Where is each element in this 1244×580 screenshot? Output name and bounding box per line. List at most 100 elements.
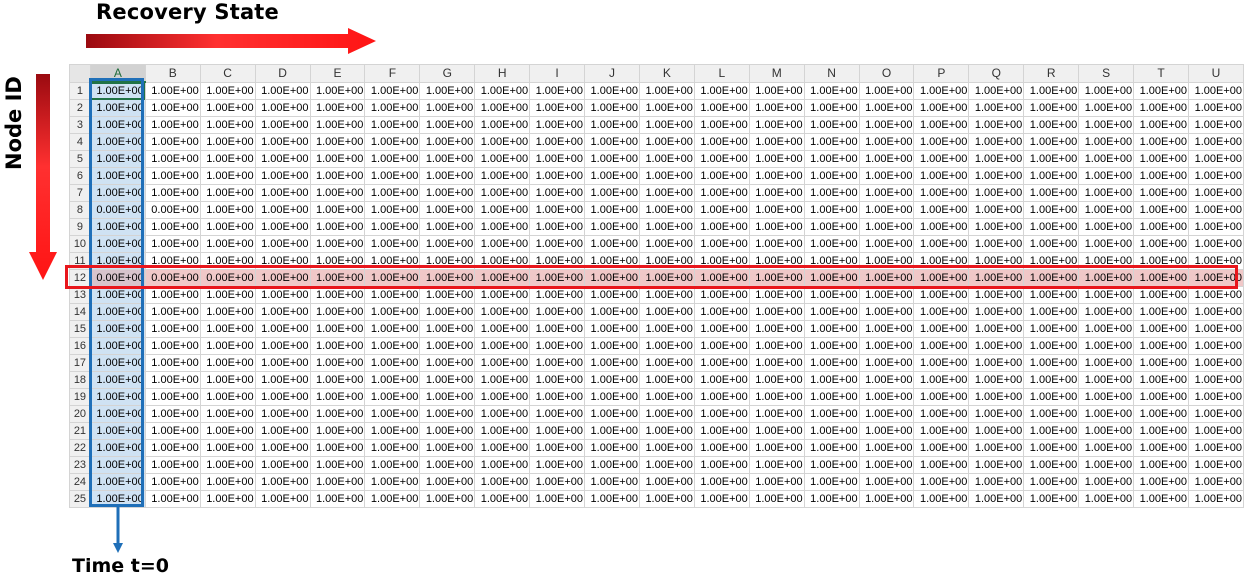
cell-e15[interactable]: 1.00E+00	[309, 320, 366, 338]
row-header[interactable]: 16	[69, 337, 91, 355]
cell-c19[interactable]: 1.00E+00	[199, 388, 256, 406]
cell-h7[interactable]: 1.00E+00	[474, 184, 531, 202]
cell-n8[interactable]: 1.00E+00	[803, 201, 860, 219]
cell-p21[interactable]: 1.00E+00	[913, 422, 970, 440]
cell-q4[interactable]: 1.00E+00	[968, 133, 1025, 151]
cell-a7[interactable]: 1.00E+00	[89, 184, 146, 202]
cell-c24[interactable]: 1.00E+00	[199, 473, 256, 491]
cell-k3[interactable]: 1.00E+00	[638, 116, 695, 134]
cell-d17[interactable]: 1.00E+00	[254, 354, 311, 372]
cell-g10[interactable]: 1.00E+00	[419, 235, 476, 253]
cell-h3[interactable]: 1.00E+00	[474, 116, 531, 134]
cell-s2[interactable]: 1.00E+00	[1078, 99, 1135, 117]
row-header[interactable]: 1	[69, 81, 91, 100]
cell-l8[interactable]: 1.00E+00	[693, 201, 750, 219]
cell-n3[interactable]: 1.00E+00	[803, 116, 860, 134]
cell-g2[interactable]: 1.00E+00	[419, 99, 476, 117]
cell-i6[interactable]: 1.00E+00	[529, 167, 586, 185]
cell-q1[interactable]: 1.00E+00	[968, 81, 1025, 100]
cell-q18[interactable]: 1.00E+00	[968, 371, 1025, 389]
cell-e19[interactable]: 1.00E+00	[309, 388, 366, 406]
cell-r11[interactable]: 1.00E+00	[1023, 252, 1080, 270]
cell-k24[interactable]: 1.00E+00	[638, 473, 695, 491]
cell-n4[interactable]: 1.00E+00	[803, 133, 860, 151]
cell-m13[interactable]: 1.00E+00	[748, 286, 805, 304]
cell-n15[interactable]: 1.00E+00	[803, 320, 860, 338]
cell-c3[interactable]: 1.00E+00	[199, 116, 256, 134]
cell-g19[interactable]: 1.00E+00	[419, 388, 476, 406]
cell-q5[interactable]: 1.00E+00	[968, 150, 1025, 168]
cell-n21[interactable]: 1.00E+00	[803, 422, 860, 440]
cell-t20[interactable]: 1.00E+00	[1133, 405, 1189, 423]
cell-n11[interactable]: 1.00E+00	[803, 252, 860, 270]
cell-s16[interactable]: 1.00E+00	[1078, 337, 1135, 355]
cell-f9[interactable]: 1.00E+00	[364, 218, 421, 236]
cell-u8[interactable]: 1.00E+00	[1188, 201, 1244, 219]
cell-f16[interactable]: 1.00E+00	[364, 337, 421, 355]
cell-j24[interactable]: 1.00E+00	[584, 473, 640, 491]
cell-u19[interactable]: 1.00E+00	[1188, 388, 1244, 406]
cell-j3[interactable]: 1.00E+00	[584, 116, 640, 134]
row-header[interactable]: 2	[69, 99, 91, 117]
cell-k7[interactable]: 1.00E+00	[638, 184, 695, 202]
cell-c25[interactable]: 1.00E+00	[199, 490, 256, 508]
cell-g9[interactable]: 1.00E+00	[419, 218, 476, 236]
cell-n23[interactable]: 1.00E+00	[803, 456, 860, 474]
cell-s4[interactable]: 1.00E+00	[1078, 133, 1135, 151]
cell-g23[interactable]: 1.00E+00	[419, 456, 476, 474]
row-header[interactable]: 23	[69, 456, 91, 474]
cell-k13[interactable]: 1.00E+00	[638, 286, 695, 304]
cell-s24[interactable]: 1.00E+00	[1078, 473, 1135, 491]
cell-q11[interactable]: 1.00E+00	[968, 252, 1025, 270]
cell-p11[interactable]: 1.00E+00	[913, 252, 970, 270]
cell-b20[interactable]: 1.00E+00	[144, 405, 201, 423]
row-header[interactable]: 3	[69, 116, 91, 134]
column-header-s[interactable]: S	[1078, 64, 1135, 83]
cell-q7[interactable]: 1.00E+00	[968, 184, 1025, 202]
cell-b23[interactable]: 1.00E+00	[144, 456, 201, 474]
cell-u21[interactable]: 1.00E+00	[1188, 422, 1244, 440]
cell-g8[interactable]: 1.00E+00	[419, 201, 476, 219]
cell-h17[interactable]: 1.00E+00	[474, 354, 531, 372]
cell-d9[interactable]: 1.00E+00	[254, 218, 311, 236]
cell-l7[interactable]: 1.00E+00	[693, 184, 750, 202]
cell-f19[interactable]: 1.00E+00	[364, 388, 421, 406]
cell-j20[interactable]: 1.00E+00	[584, 405, 640, 423]
cell-o9[interactable]: 1.00E+00	[858, 218, 915, 236]
cell-s8[interactable]: 1.00E+00	[1078, 201, 1135, 219]
cell-f24[interactable]: 1.00E+00	[364, 473, 421, 491]
cell-p3[interactable]: 1.00E+00	[913, 116, 970, 134]
cell-h24[interactable]: 1.00E+00	[474, 473, 531, 491]
cell-h9[interactable]: 1.00E+00	[474, 218, 531, 236]
cell-b12[interactable]: 0.00E+00	[144, 269, 201, 287]
cell-q22[interactable]: 1.00E+00	[968, 439, 1025, 457]
cell-m22[interactable]: 1.00E+00	[748, 439, 805, 457]
cell-h20[interactable]: 1.00E+00	[474, 405, 531, 423]
cell-m20[interactable]: 1.00E+00	[748, 405, 805, 423]
cell-q19[interactable]: 1.00E+00	[968, 388, 1025, 406]
cell-n22[interactable]: 1.00E+00	[803, 439, 860, 457]
cell-u6[interactable]: 1.00E+00	[1188, 167, 1244, 185]
cell-c23[interactable]: 1.00E+00	[199, 456, 256, 474]
cell-g22[interactable]: 1.00E+00	[419, 439, 476, 457]
cell-p19[interactable]: 1.00E+00	[913, 388, 970, 406]
cell-a17[interactable]: 1.00E+00	[89, 354, 146, 372]
cell-j1[interactable]: 1.00E+00	[584, 81, 640, 100]
cell-p20[interactable]: 1.00E+00	[913, 405, 970, 423]
cell-r7[interactable]: 1.00E+00	[1023, 184, 1080, 202]
cell-q6[interactable]: 1.00E+00	[968, 167, 1025, 185]
cell-j11[interactable]: 1.00E+00	[584, 252, 640, 270]
cell-s5[interactable]: 1.00E+00	[1078, 150, 1135, 168]
cell-g7[interactable]: 1.00E+00	[419, 184, 476, 202]
cell-s6[interactable]: 1.00E+00	[1078, 167, 1135, 185]
cell-s25[interactable]: 1.00E+00	[1078, 490, 1135, 508]
cell-l5[interactable]: 1.00E+00	[693, 150, 750, 168]
cell-a1[interactable]: 1.00E+00	[89, 81, 146, 100]
cell-o10[interactable]: 1.00E+00	[858, 235, 915, 253]
cell-a9[interactable]: 1.00E+00	[89, 218, 146, 236]
cell-u24[interactable]: 1.00E+00	[1188, 473, 1244, 491]
row-header[interactable]: 5	[69, 150, 91, 168]
cell-h14[interactable]: 1.00E+00	[474, 303, 531, 321]
cell-o15[interactable]: 1.00E+00	[858, 320, 915, 338]
cell-e8[interactable]: 1.00E+00	[309, 201, 366, 219]
